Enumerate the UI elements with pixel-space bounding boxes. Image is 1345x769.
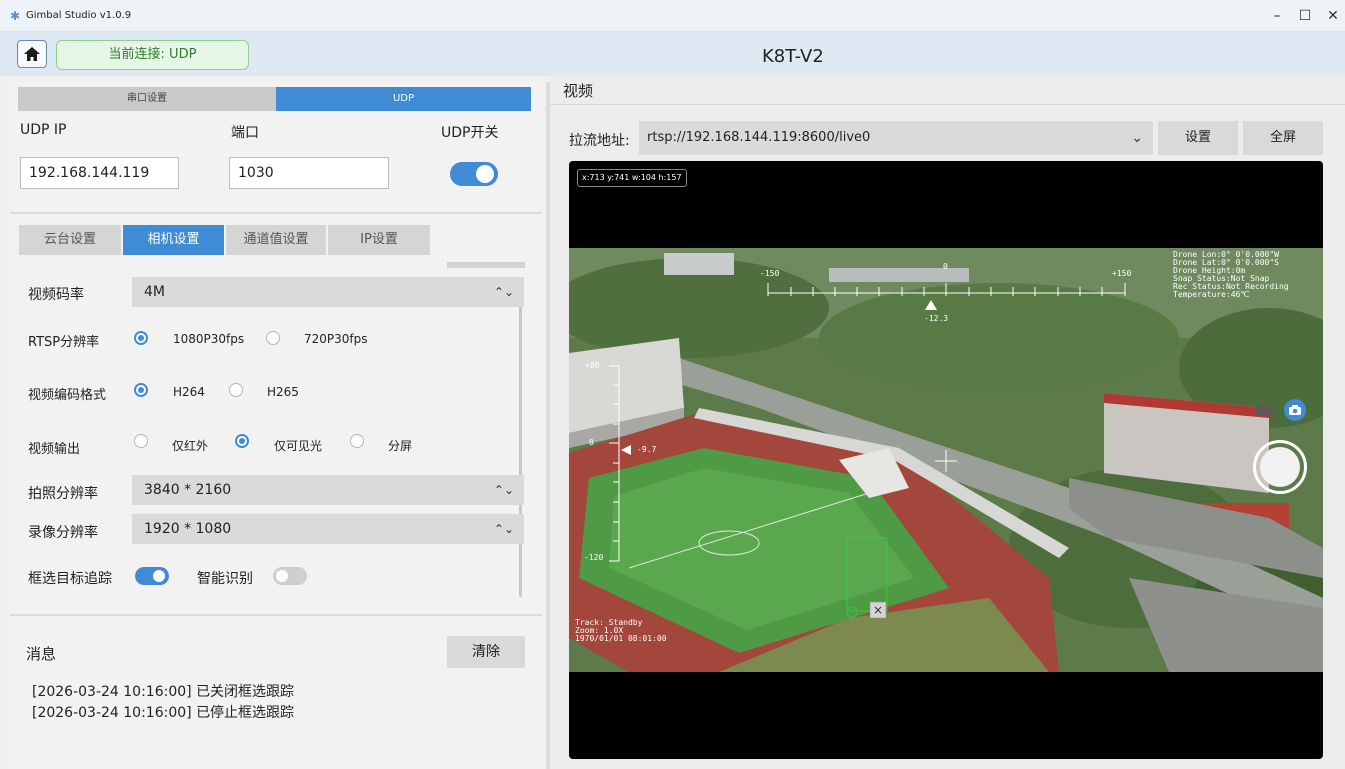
- rtsp-resolution-label: RTSP分辨率: [28, 335, 100, 350]
- updown-chevron-icon: ⌃⌄: [493, 522, 514, 536]
- window-title: Gimbal Studio v1.0.9: [26, 10, 132, 21]
- yaw-value: -12.3: [924, 314, 949, 323]
- shutter-button[interactable]: [1253, 440, 1307, 494]
- tab-camera-settings[interactable]: 相机设置: [123, 225, 224, 255]
- section-divider: [10, 614, 542, 616]
- telemetry-line: Temperature:46℃: [1173, 290, 1250, 299]
- record-resolution-value: 1920 * 1080: [144, 521, 232, 537]
- rtsp-720p-label: 720P30fps: [304, 332, 368, 346]
- box-tracking-toggle[interactable]: [135, 567, 169, 585]
- tab-channel-settings[interactable]: 通道值设置: [226, 225, 326, 255]
- bitrate-label: 视频码率: [28, 287, 84, 303]
- stream-settings-button[interactable]: 设置: [1158, 121, 1238, 155]
- home-button[interactable]: [17, 40, 47, 68]
- pitch-value: -9.7: [637, 445, 657, 454]
- codec-h265-label: H265: [267, 385, 299, 399]
- close-window-button[interactable]: ✕: [1318, 6, 1345, 26]
- record-resolution-label: 录像分辨率: [28, 525, 98, 541]
- codec-h264-radio[interactable]: [134, 383, 148, 397]
- window-titlebar: ✱ Gimbal Studio v1.0.9 – ☐ ✕: [0, 0, 1345, 32]
- log-line: [2026-03-24 10:16:00] 已停止框选跟踪: [32, 705, 295, 721]
- app-header: 当前连接: UDP K8T-V2: [0, 32, 1345, 76]
- photo-resolution-label: 拍照分辨率: [28, 486, 98, 502]
- settings-scrollbar[interactable]: [519, 287, 522, 597]
- port-label: 端口: [231, 125, 259, 141]
- video-output-label: 视频输出: [28, 442, 81, 457]
- yaw-scale-zero: 0: [943, 262, 948, 271]
- pitch-scale-min: -120: [584, 553, 604, 562]
- track-status-overlay: Track: Standby Zoom: 1.0X 1970/01/01 08:…: [575, 619, 667, 643]
- yaw-scale-max: +150: [1112, 269, 1132, 278]
- rtsp-1080p-radio[interactable]: [134, 331, 148, 345]
- bitrate-value: 4M: [144, 284, 165, 300]
- output-split-radio[interactable]: [350, 434, 364, 448]
- timestamp-line: 1970/01/01 08:01:00: [575, 634, 667, 643]
- udp-ip-field[interactable]: 192.168.144.119: [20, 157, 179, 189]
- telemetry-overlay: Drone Lon:0° 0'0.000"W Drone Lat:0° 0'0.…: [1173, 251, 1323, 299]
- codec-label: 视频编码格式: [28, 388, 107, 403]
- updown-chevron-icon: ⌃⌄: [493, 483, 514, 497]
- video-mode-icon[interactable]: [1253, 400, 1275, 420]
- codec-h265-radio[interactable]: [229, 383, 243, 397]
- camera-icon: [1289, 405, 1301, 415]
- section-divider: [550, 104, 1345, 105]
- tab-ip-settings[interactable]: IP设置: [328, 225, 430, 255]
- video-viewport[interactable]: x:713 y:741 w:104 h:157 × -150 0 +150 -1…: [569, 161, 1323, 759]
- maximize-button[interactable]: ☐: [1290, 6, 1320, 26]
- output-split-label: 分屏: [388, 439, 413, 453]
- rtsp-720p-radio[interactable]: [266, 331, 280, 345]
- clear-messages-button[interactable]: 清除: [447, 636, 525, 668]
- bitrate-select[interactable]: 4M ⌃⌄: [132, 277, 524, 307]
- chevron-down-icon: ⌄: [1131, 130, 1143, 146]
- tab-gimbal-settings[interactable]: 云台设置: [19, 225, 121, 255]
- home-icon: [24, 47, 40, 61]
- output-visible-only-radio[interactable]: [235, 434, 249, 448]
- messages-title: 消息: [26, 645, 57, 663]
- output-ir-only-radio[interactable]: [134, 434, 148, 448]
- tab-serial-settings[interactable]: 串口设置: [18, 87, 276, 111]
- video-section-title: 视频: [563, 82, 594, 100]
- udp-ip-label: UDP IP: [20, 122, 67, 138]
- output-ir-only-label: 仅红外: [172, 439, 209, 453]
- stream-url-value: rtsp://192.168.144.119:8600/live0: [647, 130, 871, 145]
- stream-url-select[interactable]: rtsp://192.168.144.119:8600/live0 ⌄: [639, 121, 1153, 155]
- connection-tabs: 串口设置 UDP: [18, 87, 531, 111]
- codec-h264-label: H264: [173, 385, 205, 399]
- svg-text:×: ×: [873, 603, 883, 617]
- pitch-scale-max: +80: [585, 361, 600, 370]
- stream-url-label: 拉流地址:: [569, 133, 630, 149]
- log-line: [2026-03-24 10:16:00] 已关闭框选跟踪: [32, 684, 295, 700]
- connection-status-badge[interactable]: 当前连接: UDP: [56, 40, 249, 70]
- selection-box-info: x:713 y:741 w:104 h:157: [577, 169, 687, 187]
- pitch-scale-zero: 0: [589, 438, 594, 447]
- scroll-frame-indicator: [447, 262, 525, 268]
- app-logo-icon: ✱: [10, 9, 21, 23]
- photo-mode-button[interactable]: [1284, 399, 1306, 421]
- photo-resolution-value: 3840 * 2160: [144, 482, 232, 498]
- record-resolution-select[interactable]: 1920 * 1080 ⌃⌄: [132, 514, 524, 544]
- rtsp-1080p-label: 1080P30fps: [173, 332, 245, 346]
- yaw-scale-min: -150: [760, 269, 780, 278]
- smart-recognition-label: 智能识别: [197, 571, 253, 587]
- updown-chevron-icon: ⌃⌄: [493, 285, 514, 299]
- photo-resolution-select[interactable]: 3840 * 2160 ⌃⌄: [132, 475, 524, 505]
- tab-udp[interactable]: UDP: [276, 87, 531, 111]
- section-divider: [10, 212, 542, 214]
- minimize-button[interactable]: –: [1262, 6, 1292, 26]
- output-visible-only-label: 仅可见光: [274, 439, 323, 453]
- udp-switch-label: UDP开关: [441, 125, 499, 141]
- device-title: K8T-V2: [762, 46, 824, 67]
- udp-switch-toggle[interactable]: [450, 162, 498, 186]
- smart-recognition-toggle[interactable]: [273, 567, 307, 585]
- port-field[interactable]: 1030: [229, 157, 389, 189]
- fullscreen-button[interactable]: 全屏: [1243, 121, 1323, 155]
- aerial-scene: ×: [569, 248, 1323, 672]
- video-feed-image[interactable]: × -150 0 +150 -12.3 +80 0 -120 -9.7 Dron…: [569, 248, 1323, 672]
- box-tracking-label: 框选目标追踪: [28, 571, 112, 587]
